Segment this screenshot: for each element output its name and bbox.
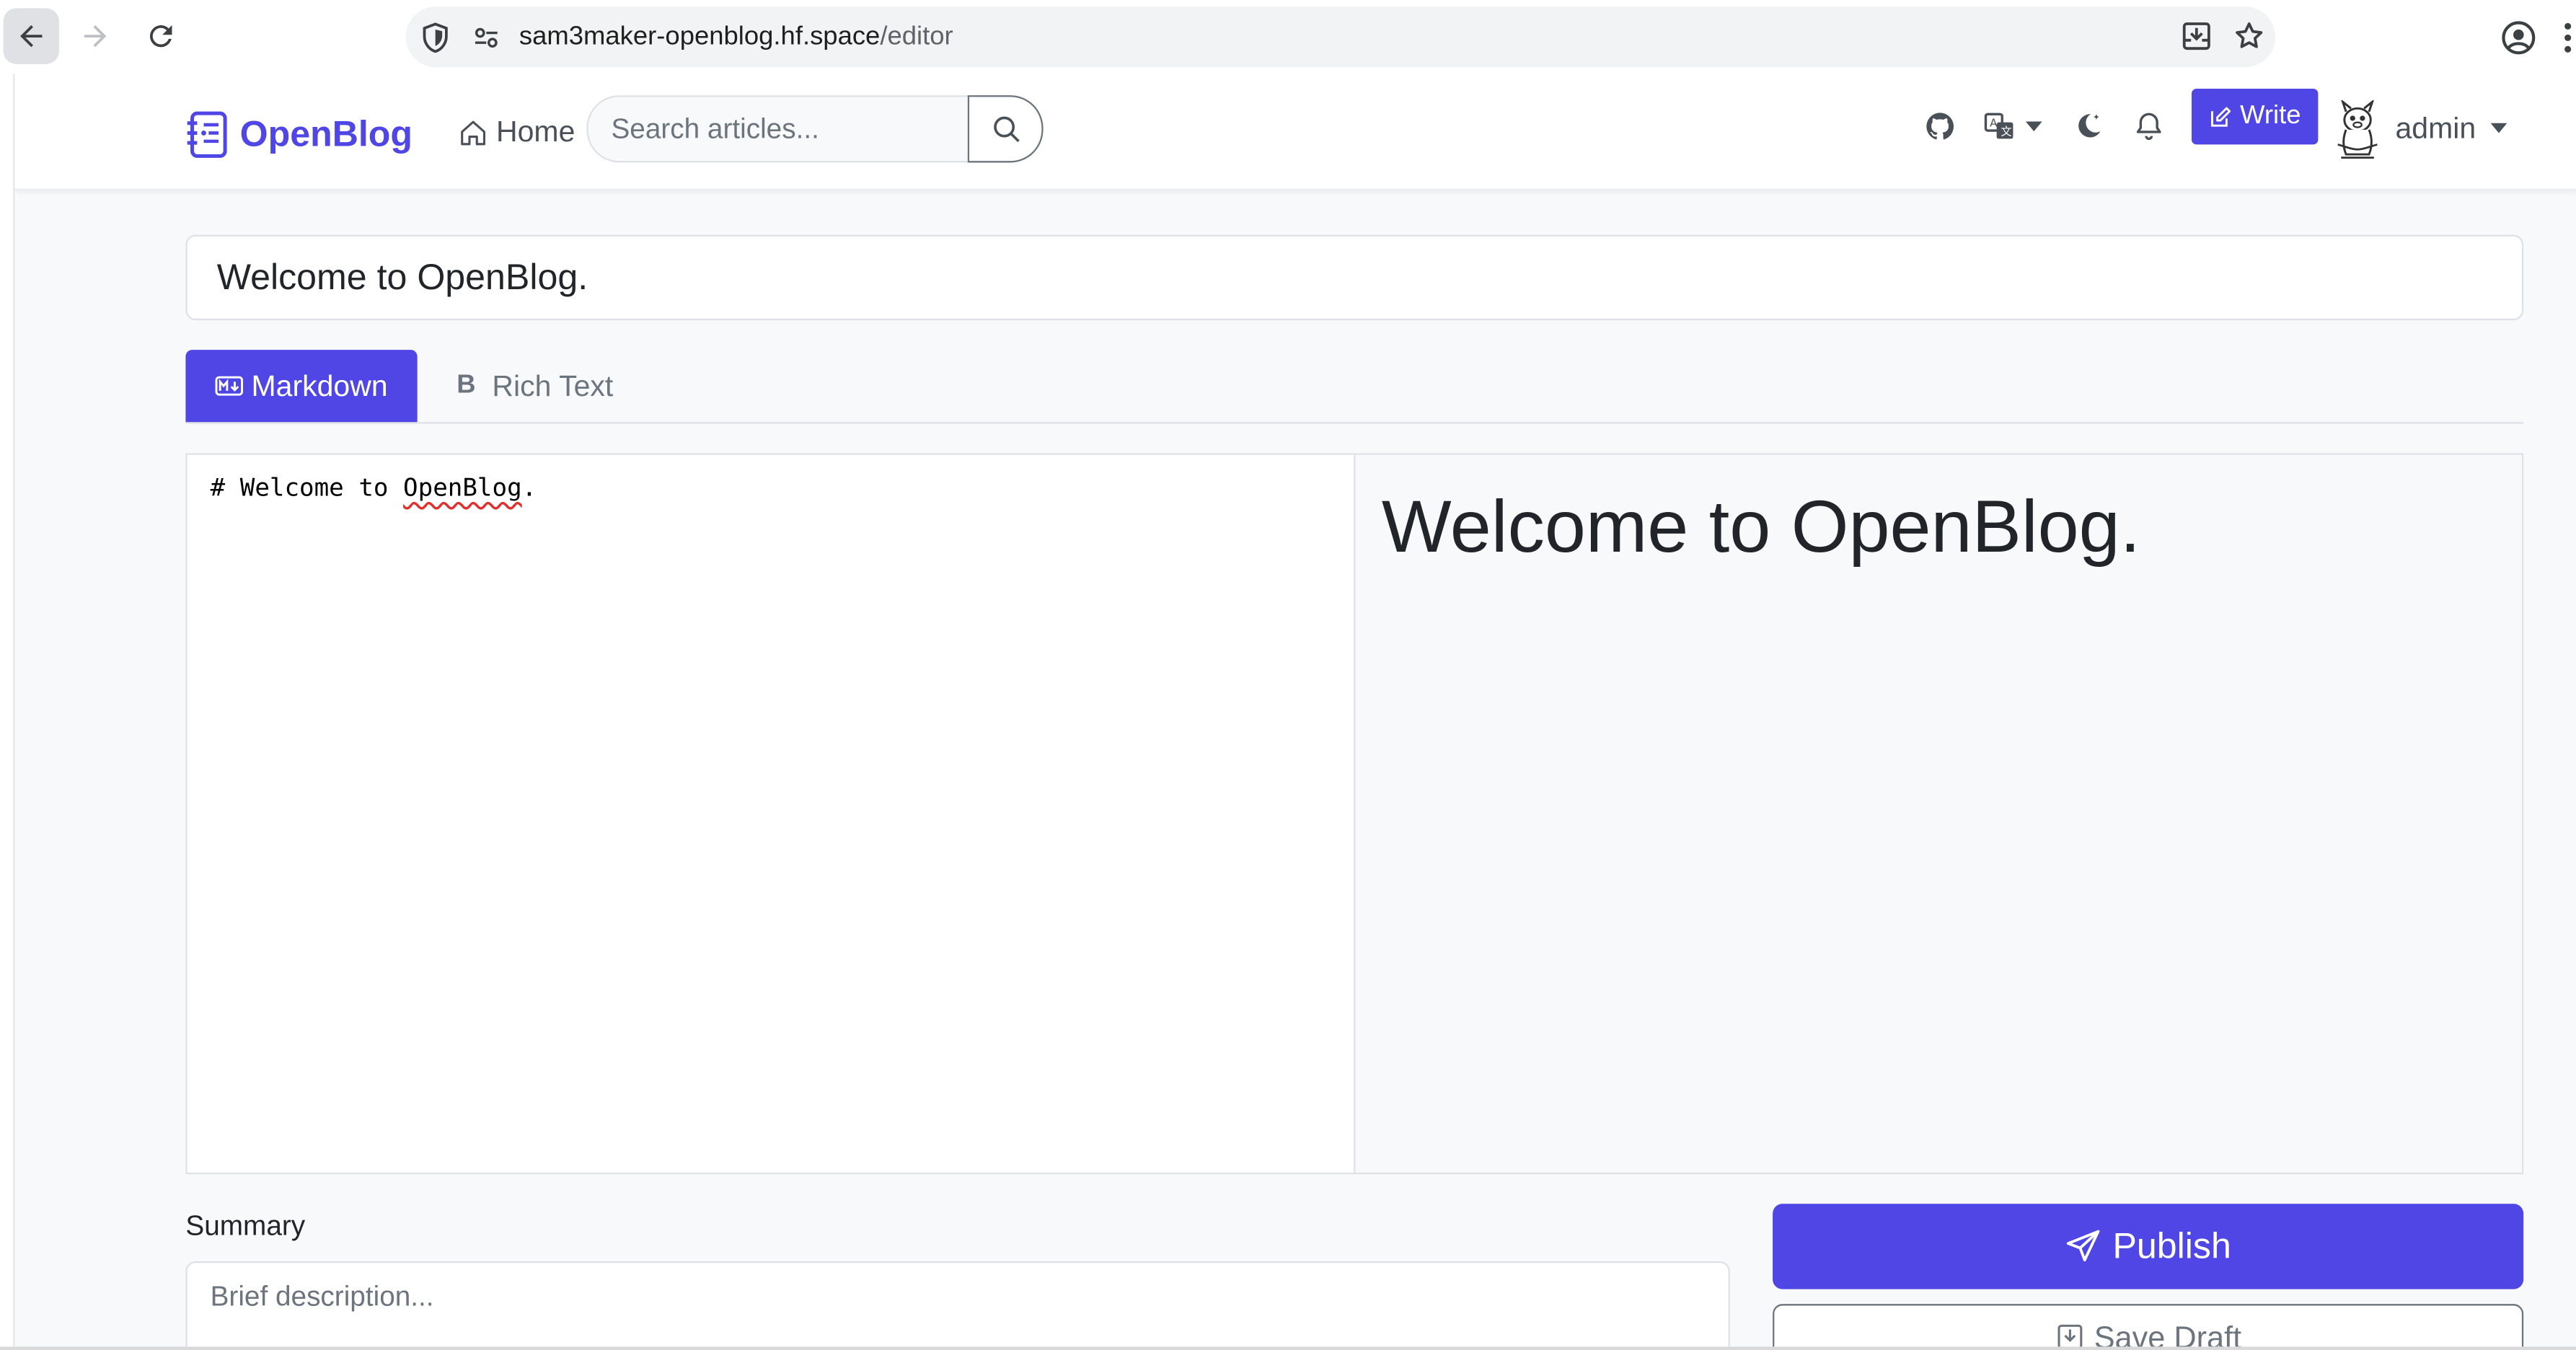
reload-button[interactable] [133, 8, 189, 63]
language-dropdown[interactable]: A文 [1983, 110, 2042, 144]
user-menu[interactable]: admin [2395, 112, 2476, 146]
preview-heading: Welcome to OpenBlog. [1381, 484, 2141, 568]
back-button[interactable] [3, 8, 60, 64]
markdown-source-textarea[interactable]: # Welcome to OpenBlog. [187, 454, 1356, 1173]
svg-text:文: 文 [2001, 125, 2011, 138]
url-text: sam3maker-openblog.hf.space/editor [519, 22, 953, 52]
summary-label: Summary [185, 1210, 306, 1242]
write-button[interactable]: Write [2191, 88, 2319, 145]
site-header: OpenBlog Home A文 [14, 74, 2576, 191]
send-icon [2066, 1230, 2100, 1262]
journal-icon [187, 111, 227, 158]
user-avatar[interactable] [2332, 100, 2384, 163]
svg-text:A: A [1990, 116, 1998, 129]
markdown-preview: Welcome to OpenBlog. [1355, 454, 2522, 1173]
bold-icon: B [456, 371, 476, 400]
brand-link[interactable]: OpenBlog [185, 110, 413, 159]
markdown-icon [215, 376, 243, 396]
editor-mode-tabs: Markdown B Rich Text [185, 350, 2524, 424]
profile-icon[interactable] [2500, 19, 2536, 56]
notifications-button[interactable] [2132, 110, 2166, 144]
chevron-down-icon[interactable] [2490, 123, 2507, 133]
address-bar[interactable]: sam3maker-openblog.hf.space/editor [405, 6, 2276, 68]
install-icon[interactable] [2180, 19, 2213, 53]
save-draft-button[interactable]: Save Draft [1773, 1304, 2524, 1347]
bell-icon [2136, 112, 2161, 141]
save-draft-label: Save Draft [2094, 1322, 2242, 1347]
source-line-prefix: # Welcome to [210, 472, 404, 503]
theme-toggle[interactable] [2072, 110, 2105, 144]
house-icon [461, 120, 486, 145]
window-bottom-edge [0, 1346, 2576, 1350]
translate-icon: A文 [1984, 112, 2013, 139]
site-settings-icon[interactable] [472, 22, 501, 52]
screen: sam3maker-openblog.hf.space/editor OpenB… [0, 0, 2576, 1350]
save-icon [2057, 1324, 2082, 1347]
github-icon [1926, 112, 1954, 140]
home-label: Home [495, 115, 575, 148]
url-host: sam3maker-openblog.hf.space [519, 22, 881, 50]
tab-markdown-label: Markdown [251, 369, 388, 402]
brand-name: OpenBlog [239, 113, 413, 155]
misspelled-word: OpenBlog [403, 472, 522, 503]
browser-toolbar: sam3maker-openblog.hf.space/editor [0, 0, 2576, 74]
publish-label: Publish [2112, 1225, 2231, 1266]
github-link[interactable] [1924, 110, 1957, 144]
forward-button[interactable] [67, 8, 123, 63]
search-icon [993, 116, 1019, 143]
publish-button[interactable]: Publish [1773, 1204, 2524, 1289]
summary-textarea[interactable] [185, 1261, 1730, 1347]
bookmark-star-icon[interactable] [2233, 19, 2266, 53]
markdown-editor: # Welcome to OpenBlog. Welcome to OpenBl… [185, 453, 2524, 1175]
tab-rich-text-label: Rich Text [492, 369, 614, 402]
address-bar-actions [2180, 19, 2265, 53]
chevron-down-icon [2025, 121, 2042, 132]
home-link[interactable]: Home [459, 115, 575, 149]
reload-icon [149, 25, 172, 48]
tab-markdown[interactable]: Markdown [185, 350, 418, 423]
moon-stars-icon [2078, 114, 2101, 138]
url-path: /editor [880, 22, 953, 50]
tab-rich-text[interactable]: B Rich Text [427, 350, 643, 422]
post-title-input[interactable]: Welcome to OpenBlog. [185, 234, 2524, 321]
page-viewport: OpenBlog Home A文 [13, 74, 2576, 1347]
source-line-suffix: . [521, 472, 537, 503]
search-input[interactable] [586, 95, 970, 163]
search-button[interactable] [967, 95, 1044, 163]
more-vertical-icon[interactable] [2559, 19, 2576, 56]
write-label: Write [2240, 102, 2301, 130]
arrow-left-icon [20, 25, 43, 48]
shield-icon[interactable] [419, 20, 452, 53]
arrow-right-icon [84, 25, 107, 48]
pencil-square-icon [2212, 106, 2232, 126]
